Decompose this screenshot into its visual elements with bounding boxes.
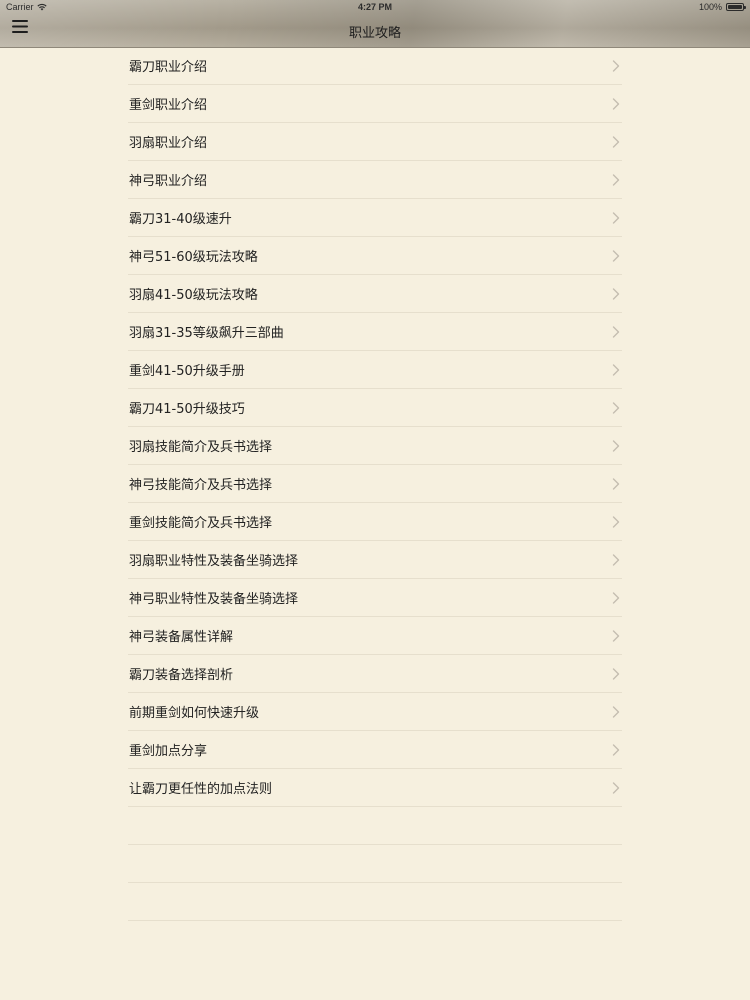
list-item[interactable]: 霸刀41-50升级技巧 bbox=[128, 389, 622, 427]
chevron-right-icon bbox=[612, 135, 620, 148]
list-item[interactable]: 羽扇职业介绍 bbox=[128, 123, 622, 161]
chevron-right-icon bbox=[612, 667, 620, 680]
chevron-right-icon bbox=[612, 363, 620, 376]
list-item[interactable]: 神弓职业介绍 bbox=[128, 161, 622, 199]
list-item[interactable]: 羽扇职业特性及装备坐骑选择 bbox=[128, 541, 622, 579]
battery-percent: 100% bbox=[698, 2, 722, 12]
list-item-label: 羽扇职业介绍 bbox=[129, 136, 208, 151]
list-item[interactable]: 神弓职业特性及装备坐骑选择 bbox=[128, 579, 622, 617]
list-item-label: 前期重剑如何快速升级 bbox=[129, 706, 260, 721]
list-item[interactable]: 神弓装备属性详解 bbox=[128, 617, 622, 655]
list-item-label: 神弓职业介绍 bbox=[129, 174, 208, 189]
list-item-label: 重剑职业介绍 bbox=[129, 98, 208, 113]
list-item-label: 神弓职业特性及装备坐骑选择 bbox=[129, 592, 299, 607]
list-item[interactable]: 让霸刀更任性的加点法则 bbox=[128, 769, 622, 807]
battery-fill bbox=[728, 5, 742, 9]
battery-icon bbox=[726, 3, 746, 11]
list-item-label: 神弓51-60级玩法攻略 bbox=[129, 250, 258, 265]
list-item[interactable]: 霸刀装备选择剖析 bbox=[128, 655, 622, 693]
list-item-label: 神弓技能简介及兵书选择 bbox=[129, 478, 273, 493]
empty-row bbox=[128, 807, 622, 845]
chevron-right-icon bbox=[612, 249, 620, 262]
list-item[interactable]: 霸刀职业介绍 bbox=[128, 47, 622, 85]
list-item-label: 重剑加点分享 bbox=[129, 744, 208, 759]
chevron-right-icon bbox=[612, 211, 620, 224]
list-item[interactable]: 羽扇31-35等级飙升三部曲 bbox=[128, 313, 622, 351]
list-item-label: 羽扇31-35等级飙升三部曲 bbox=[129, 326, 284, 341]
chevron-right-icon bbox=[612, 401, 620, 414]
list-item-label: 羽扇41-50级玩法攻略 bbox=[129, 288, 258, 303]
chevron-right-icon bbox=[612, 629, 620, 642]
chevron-right-icon bbox=[612, 287, 620, 300]
list-item[interactable]: 羽扇技能简介及兵书选择 bbox=[128, 427, 622, 465]
list-item-label: 神弓装备属性详解 bbox=[129, 630, 234, 645]
list-item-label: 霸刀41-50升级技巧 bbox=[129, 402, 245, 417]
chevron-right-icon bbox=[612, 743, 620, 756]
status-bar: Carrier 4:27 PM 100% bbox=[0, 0, 750, 14]
chevron-right-icon bbox=[612, 173, 620, 186]
list-item[interactable]: 霸刀31-40级速升 bbox=[128, 199, 622, 237]
chevron-right-icon bbox=[612, 591, 620, 604]
list-item[interactable]: 羽扇41-50级玩法攻略 bbox=[128, 275, 622, 313]
list-item-label: 霸刀31-40级速升 bbox=[129, 212, 232, 227]
list-item-label: 重剑41-50升级手册 bbox=[129, 364, 245, 379]
list-item-label: 霸刀职业介绍 bbox=[129, 60, 208, 75]
page-title: 职业攻略 bbox=[348, 26, 401, 41]
list-item[interactable]: 重剑职业介绍 bbox=[128, 85, 622, 123]
empty-row bbox=[128, 883, 622, 921]
chevron-right-icon bbox=[612, 553, 620, 566]
chevron-right-icon bbox=[612, 439, 620, 452]
list-item[interactable]: 前期重剑如何快速升级 bbox=[128, 693, 622, 731]
list-item-label: 让霸刀更任性的加点法则 bbox=[129, 782, 273, 797]
list-item[interactable]: 神弓51-60级玩法攻略 bbox=[128, 237, 622, 275]
empty-row bbox=[128, 845, 622, 883]
guide-list: 霸刀职业介绍 重剑职业介绍 羽扇职业介绍 神弓职业介绍 霸刀31-40级速升 神… bbox=[128, 47, 622, 921]
list-item-label: 重剑技能简介及兵书选择 bbox=[129, 516, 273, 531]
list-item[interactable]: 重剑技能简介及兵书选择 bbox=[128, 503, 622, 541]
chevron-right-icon bbox=[612, 59, 620, 72]
list-item[interactable]: 神弓技能简介及兵书选择 bbox=[128, 465, 622, 503]
chevron-right-icon bbox=[612, 515, 620, 528]
chevron-right-icon bbox=[612, 97, 620, 110]
chevron-right-icon bbox=[612, 477, 620, 490]
list-item-label: 羽扇职业特性及装备坐骑选择 bbox=[129, 554, 299, 569]
chevron-right-icon bbox=[612, 781, 620, 794]
list-item-label: 霸刀装备选择剖析 bbox=[129, 668, 234, 683]
list-item[interactable]: 重剑41-50升级手册 bbox=[128, 351, 622, 389]
status-right: 100% bbox=[698, 2, 746, 12]
chevron-right-icon bbox=[612, 705, 620, 718]
list-item[interactable]: 重剑加点分享 bbox=[128, 731, 622, 769]
chevron-right-icon bbox=[612, 325, 620, 338]
list-item-label: 羽扇技能简介及兵书选择 bbox=[129, 440, 273, 455]
status-time: 4:27 PM bbox=[357, 2, 392, 12]
